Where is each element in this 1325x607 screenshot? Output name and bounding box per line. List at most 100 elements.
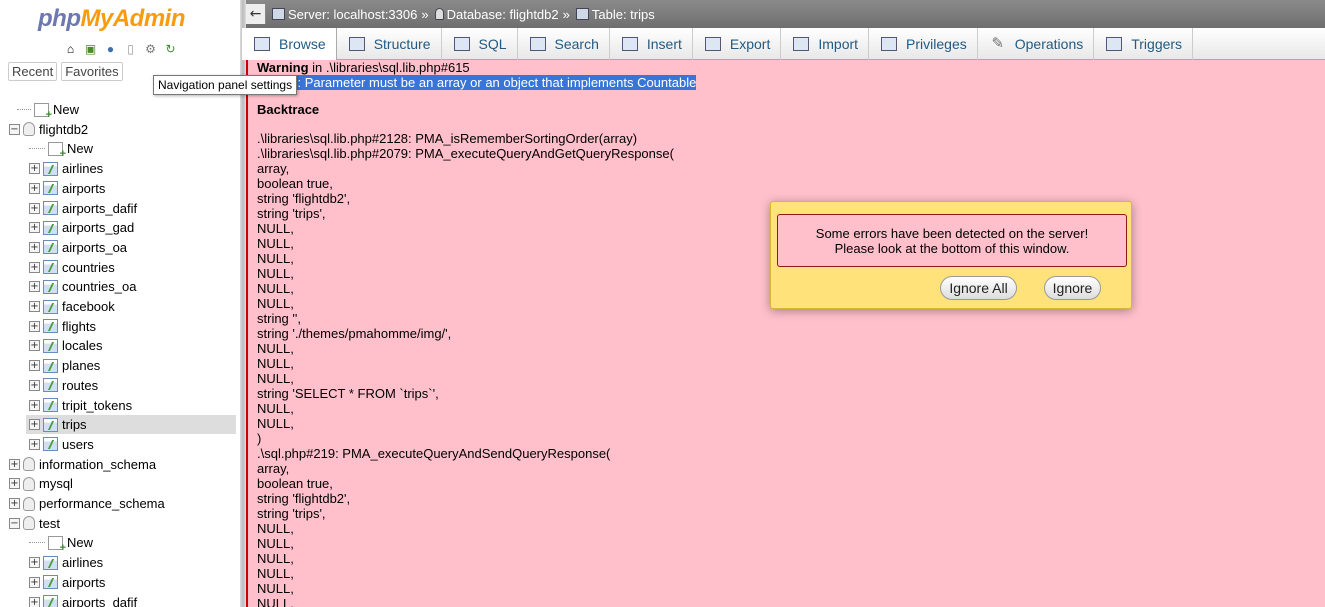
tab-label: Structure bbox=[373, 36, 431, 52]
warning-message: count(): Parameter must be an array or a… bbox=[257, 75, 1325, 90]
expand-icon[interactable]: + bbox=[29, 438, 40, 450]
tree-label: flightdb2 bbox=[39, 121, 89, 137]
expand-icon[interactable]: + bbox=[29, 301, 40, 312]
tree-table-countries_oa[interactable]: + countries_oa bbox=[29, 277, 136, 296]
collapse-nav-icon[interactable]: ← bbox=[246, 4, 266, 24]
tab-import[interactable]: Import bbox=[781, 28, 870, 60]
tree-table-locales[interactable]: + locales bbox=[29, 336, 102, 355]
tree-label: test bbox=[39, 515, 60, 531]
tab-sql[interactable]: SQL bbox=[442, 28, 518, 60]
tree-table-airlines[interactable]: + airlines bbox=[29, 159, 103, 178]
tree-table-trips[interactable]: + trips bbox=[26, 415, 236, 435]
expand-icon[interactable]: + bbox=[29, 163, 40, 175]
tree-table-flights[interactable]: + flights bbox=[29, 317, 96, 336]
tree-table-routes[interactable]: + routes bbox=[29, 376, 98, 395]
expand-icon[interactable]: + bbox=[29, 182, 40, 194]
expand-icon[interactable]: + bbox=[9, 498, 20, 509]
expand-icon[interactable]: + bbox=[29, 379, 40, 391]
tab-browse[interactable]: Browse bbox=[242, 28, 337, 60]
expand-icon[interactable]: + bbox=[29, 222, 40, 234]
tab-label: Operations bbox=[1014, 36, 1084, 52]
tree-db-information-schema[interactable]: + information_schema bbox=[9, 455, 156, 474]
tree-table-airports_oa[interactable]: + airports_oa bbox=[29, 238, 127, 257]
expand-icon[interactable]: + bbox=[29, 202, 40, 214]
breadcrumb-database[interactable]: Database: flightdb2» bbox=[434, 6, 570, 22]
breadcrumb-database-label: Database: flightdb2 bbox=[446, 6, 559, 22]
tree-new-table[interactable]: New bbox=[29, 139, 93, 160]
tree-db-test[interactable]: − test bbox=[9, 514, 60, 533]
home-icon[interactable]: ⌂ bbox=[62, 40, 79, 57]
expand-icon[interactable]: + bbox=[29, 340, 40, 352]
tree-table-airports_dafif[interactable]: + airports_dafif bbox=[29, 593, 137, 607]
tree-table-airports_gad[interactable]: + airports_gad bbox=[29, 218, 134, 237]
breadcrumb-table[interactable]: Table: trips bbox=[575, 7, 655, 22]
expand-icon[interactable]: + bbox=[9, 458, 20, 470]
expand-icon[interactable]: + bbox=[29, 261, 40, 273]
breadcrumb: ← Server: localhost:3306» Database: flig… bbox=[246, 0, 1325, 28]
backtrace-line: .\libraries\sql.lib.php#2079: PMA_execut… bbox=[257, 146, 674, 161]
nav-tabs: Recent Favorites bbox=[8, 62, 123, 81]
tab-search[interactable]: Search bbox=[518, 28, 610, 60]
expand-icon[interactable]: + bbox=[29, 241, 40, 253]
sql-docs-icon[interactable]: ▯ bbox=[122, 40, 139, 57]
tab-privileges[interactable]: Privileges bbox=[869, 28, 978, 60]
tree-table-planes[interactable]: + planes bbox=[29, 356, 100, 375]
expand-icon[interactable]: + bbox=[29, 596, 40, 607]
phpmyadmin-logo[interactable]: phpMyAdmin bbox=[38, 5, 185, 33]
tooltip: Navigation panel settings bbox=[153, 75, 298, 95]
tree-table-tripit_tokens[interactable]: + tripit_tokens bbox=[29, 396, 132, 415]
tab-export[interactable]: Export bbox=[693, 28, 782, 60]
tree-label: tripit_tokens bbox=[62, 397, 133, 413]
operations-icon: ✎ bbox=[991, 35, 1005, 52]
warning-location: in .\libraries\sql.lib.php#615 bbox=[308, 60, 470, 75]
recent-tab[interactable]: Recent bbox=[8, 62, 58, 81]
tree-db-performance-schema[interactable]: + performance_schema bbox=[9, 494, 165, 513]
tree-db-mysql[interactable]: + mysql bbox=[9, 474, 73, 493]
tree-table-airlines[interactable]: + airlines bbox=[29, 553, 103, 572]
tree-label: airlines bbox=[62, 555, 104, 571]
expand-icon[interactable]: + bbox=[29, 399, 40, 411]
expand-icon[interactable]: + bbox=[29, 419, 40, 431]
backtrace-line: .\sql.php#219: PMA_executeQueryAndSendQu… bbox=[257, 446, 611, 461]
tree-table-airports[interactable]: + airports bbox=[29, 179, 105, 198]
favorites-tab[interactable]: Favorites bbox=[61, 62, 123, 81]
expand-icon[interactable]: + bbox=[29, 576, 40, 588]
tree-new-table[interactable]: New bbox=[29, 533, 93, 554]
collapse-icon[interactable]: − bbox=[9, 517, 20, 529]
expand-icon[interactable]: + bbox=[29, 557, 40, 569]
tree-label: airports bbox=[62, 180, 106, 196]
breadcrumb-server[interactable]: Server: localhost:3306» bbox=[272, 7, 429, 22]
tree-table-users[interactable]: + users bbox=[29, 435, 94, 454]
tree-table-countries[interactable]: + countries bbox=[29, 258, 115, 277]
docs-icon[interactable]: ● bbox=[102, 40, 119, 57]
tree-connector bbox=[29, 143, 45, 150]
tab-operations[interactable]: ✎ Operations bbox=[978, 28, 1095, 60]
tree-label: airports bbox=[62, 574, 106, 590]
tree-label: information_schema bbox=[39, 456, 157, 472]
expand-icon[interactable]: + bbox=[29, 360, 40, 372]
settings-icon[interactable]: ⚙ bbox=[142, 40, 159, 57]
expand-icon[interactable]: + bbox=[9, 478, 20, 490]
tree-table-airports_dafif[interactable]: + airports_dafif bbox=[29, 199, 137, 218]
expand-icon[interactable]: + bbox=[29, 320, 40, 332]
tree-label: countries_oa bbox=[62, 279, 137, 295]
exit-icon[interactable]: ▣ bbox=[82, 40, 99, 57]
tree-label: airports_dafif bbox=[62, 200, 138, 216]
tree-new-database[interactable]: New bbox=[9, 100, 79, 121]
ignore-button[interactable]: Ignore bbox=[1044, 276, 1101, 300]
tree-db-flightdb2[interactable]: − flightdb2 bbox=[9, 120, 88, 139]
reload-icon[interactable]: ↻ bbox=[162, 40, 179, 57]
collapse-icon[interactable]: − bbox=[9, 123, 20, 135]
tree-table-facebook[interactable]: + facebook bbox=[29, 297, 115, 316]
expand-icon[interactable]: + bbox=[29, 281, 40, 293]
tab-structure[interactable]: Structure bbox=[337, 28, 442, 60]
tab-label: Search bbox=[554, 36, 599, 52]
table-tabs: Browse Structure SQL Search Insert Export Impo… bbox=[242, 28, 1325, 60]
tab-triggers[interactable]: Triggers bbox=[1094, 28, 1194, 60]
table-icon bbox=[43, 220, 58, 235]
database-icon bbox=[434, 8, 444, 20]
tab-insert[interactable]: Insert bbox=[610, 28, 693, 60]
tree-table-airports[interactable]: + airports bbox=[29, 573, 105, 592]
ignore-all-button[interactable]: Ignore All bbox=[940, 276, 1017, 300]
backtrace-line: string './themes/pmahomme/img/', bbox=[257, 326, 452, 341]
